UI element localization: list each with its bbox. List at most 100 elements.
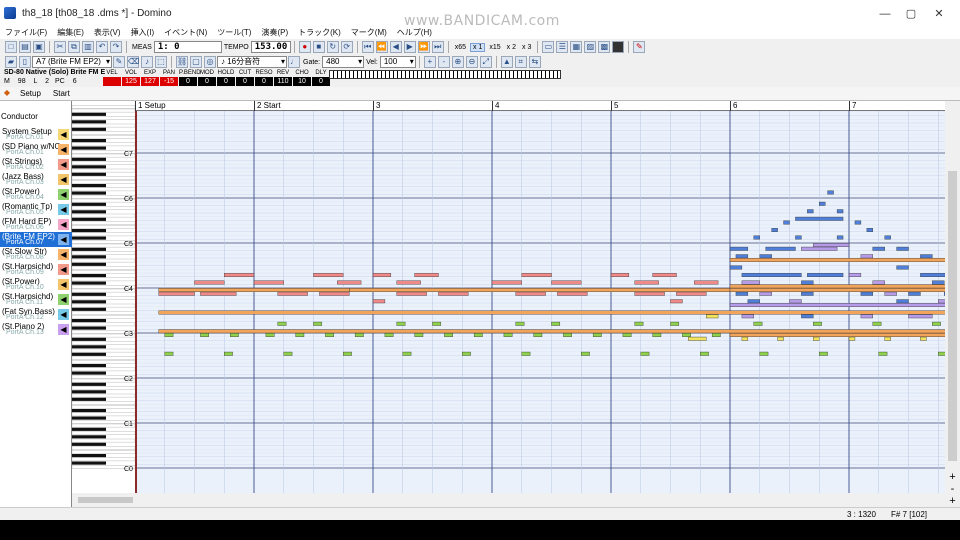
paste-icon[interactable]: ▥	[82, 41, 94, 53]
note-orange[interactable]	[348, 288, 731, 292]
note-green[interactable]	[200, 333, 209, 337]
note-red[interactable]	[438, 291, 469, 296]
bank-l-value[interactable]: 2	[45, 78, 49, 85]
speed-x3-button[interactable]: x 3	[520, 44, 533, 51]
note-yellow[interactable]	[813, 336, 820, 341]
bank-m-value[interactable]: 98	[18, 78, 26, 85]
note-purple[interactable]	[872, 280, 885, 285]
piano-key-black[interactable]	[72, 120, 106, 124]
horizontal-scrollbar[interactable]	[72, 493, 945, 507]
mixer-cut-control[interactable]: CUT 0	[236, 69, 254, 87]
piano-key-black[interactable]	[72, 326, 106, 330]
piano-key-white[interactable]	[72, 405, 135, 409]
note-blue[interactable]	[771, 228, 778, 232]
measure-label[interactable]: 5	[611, 101, 618, 111]
note-blue[interactable]	[908, 291, 921, 296]
note-blue[interactable]	[747, 299, 760, 304]
note-green[interactable]	[473, 333, 483, 337]
menu-edit[interactable]: 編集(E)	[52, 27, 89, 38]
note-green[interactable]	[265, 333, 275, 337]
note-green[interactable]	[533, 333, 543, 337]
note-red[interactable]	[521, 273, 552, 277]
menu-track[interactable]: トラック(K)	[293, 27, 346, 38]
note-purple[interactable]	[860, 254, 874, 259]
rewind-icon[interactable]: ⏪	[375, 41, 388, 53]
note-green[interactable]	[878, 351, 888, 356]
note-purple[interactable]	[741, 280, 760, 285]
track-item[interactable]: (Romantic Tp) PortA Ch.05 ◀	[0, 202, 72, 217]
note-blue[interactable]	[795, 216, 844, 221]
note-purple[interactable]	[741, 314, 755, 319]
mixer-icon[interactable]: ▨	[584, 41, 597, 53]
note-orange[interactable]	[158, 310, 945, 315]
measure-label[interactable]: 4	[492, 101, 499, 111]
measure-label[interactable]: 3	[373, 101, 380, 111]
note-red[interactable]	[313, 273, 344, 277]
note-yellow[interactable]	[741, 336, 749, 341]
note-blue[interactable]	[801, 280, 814, 285]
piano-key-black[interactable]	[72, 217, 106, 221]
piano-key-black[interactable]	[72, 345, 106, 349]
piano-key-black[interactable]	[72, 184, 106, 188]
note-green[interactable]	[521, 351, 531, 356]
grid-icon[interactable]: ▦	[570, 41, 583, 53]
track-select[interactable]: A7 (Brite FM EP2)	[32, 56, 112, 68]
pc-value[interactable]: 6	[73, 78, 77, 85]
note-green[interactable]	[592, 333, 602, 337]
close-button[interactable]: ✕	[932, 8, 946, 20]
piano-key-white[interactable]	[72, 225, 135, 229]
piano-key-black[interactable]	[72, 202, 106, 206]
piano-key-white[interactable]	[72, 116, 135, 120]
piano-key-black[interactable]	[72, 262, 106, 266]
prev-icon[interactable]: ◀	[389, 41, 402, 53]
mixer-vel-control[interactable]: VEL	[103, 69, 121, 87]
zoom-out-button[interactable]: -	[945, 483, 960, 495]
track-item[interactable]: (Jazz Bass) PortA Ch.03 ◀	[0, 172, 72, 187]
piano-key-black[interactable]	[72, 146, 106, 150]
piano-key-black[interactable]	[72, 382, 106, 386]
piano-key-white[interactable]	[72, 187, 135, 192]
note-blue[interactable]	[836, 209, 844, 214]
track-item[interactable]: (St.Piano 2) PortA Ch.13 ◀	[0, 322, 72, 337]
piano-key-black[interactable]	[72, 435, 106, 439]
note-green[interactable]	[313, 321, 323, 326]
piano-key-black[interactable]	[72, 229, 106, 233]
piano-key-black[interactable]	[72, 397, 106, 401]
piano-key-black[interactable]	[72, 247, 106, 251]
piano-key-white[interactable]	[72, 446, 135, 450]
piano-key-white[interactable]	[72, 457, 135, 462]
mixer-pan-control[interactable]: PAN -15	[160, 69, 178, 87]
gate-select[interactable]: 480	[322, 56, 365, 68]
piano-key-white[interactable]	[72, 348, 135, 353]
grid-select[interactable]: ♪ 16分音符	[217, 56, 287, 68]
note-green[interactable]	[384, 333, 394, 337]
piano-key-white[interactable]	[72, 161, 135, 165]
list-icon[interactable]: ☰	[556, 41, 569, 53]
track-speaker-icon[interactable]: ◀	[58, 174, 69, 185]
track-speaker-icon[interactable]: ◀	[58, 219, 69, 230]
piano-key-white[interactable]	[72, 438, 135, 443]
note-red[interactable]	[372, 299, 386, 304]
note-blue[interactable]	[759, 254, 772, 259]
note-blue[interactable]	[807, 209, 814, 214]
track-item[interactable]: (FM Hard EP) PortA Ch.06 ◀	[0, 217, 72, 232]
piano-key-black[interactable]	[72, 364, 106, 368]
note-green[interactable]	[813, 321, 822, 326]
note-blue[interactable]	[920, 254, 933, 259]
note-red[interactable]	[224, 273, 255, 277]
note-blue[interactable]	[866, 228, 873, 232]
track-item[interactable]: (St.Slow Str) PortA Ch.08 ◀	[0, 247, 72, 262]
speed-x15-button[interactable]: x15	[487, 44, 502, 51]
note-green[interactable]	[682, 333, 691, 337]
note-red[interactable]	[253, 280, 284, 285]
note-orange[interactable]	[158, 329, 945, 334]
zoom-in-button[interactable]: +	[945, 471, 960, 483]
record-icon[interactable]: ●	[298, 41, 311, 53]
menu-tools[interactable]: ツール(T)	[212, 27, 256, 38]
piano-key-white[interactable]	[72, 401, 135, 405]
speed-x2-button[interactable]: x 2	[505, 44, 518, 51]
note-blue[interactable]	[872, 246, 885, 251]
wrench-icon[interactable]: ✎	[633, 41, 646, 53]
goto-start-icon[interactable]: ⏮	[361, 41, 374, 53]
note-red[interactable]	[337, 280, 362, 285]
